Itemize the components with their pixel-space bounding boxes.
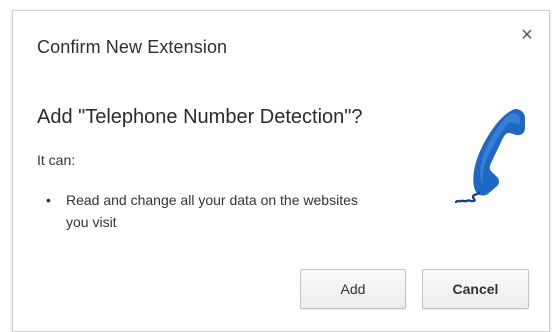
permission-item: • Read and change all your data on the w…: [37, 189, 377, 233]
bullet-glyph: •: [46, 192, 51, 208]
dialog-title: Confirm New Extension: [37, 37, 228, 57]
cancel-button[interactable]: Cancel: [422, 269, 529, 309]
telephone-handset-icon: [454, 103, 527, 204]
close-icon[interactable]: ×: [517, 25, 537, 45]
extension-heading: Add "Telephone Number Detection"?: [37, 106, 363, 128]
add-button[interactable]: Add: [300, 269, 406, 309]
confirm-extension-dialog: × Confirm New Extension Add "Telephone N…: [12, 10, 550, 332]
permissions-list: • Read and change all your data on the w…: [37, 189, 377, 233]
permissions-intro: It can:: [37, 152, 76, 168]
permission-text: Read and change all your data on the web…: [66, 192, 358, 230]
